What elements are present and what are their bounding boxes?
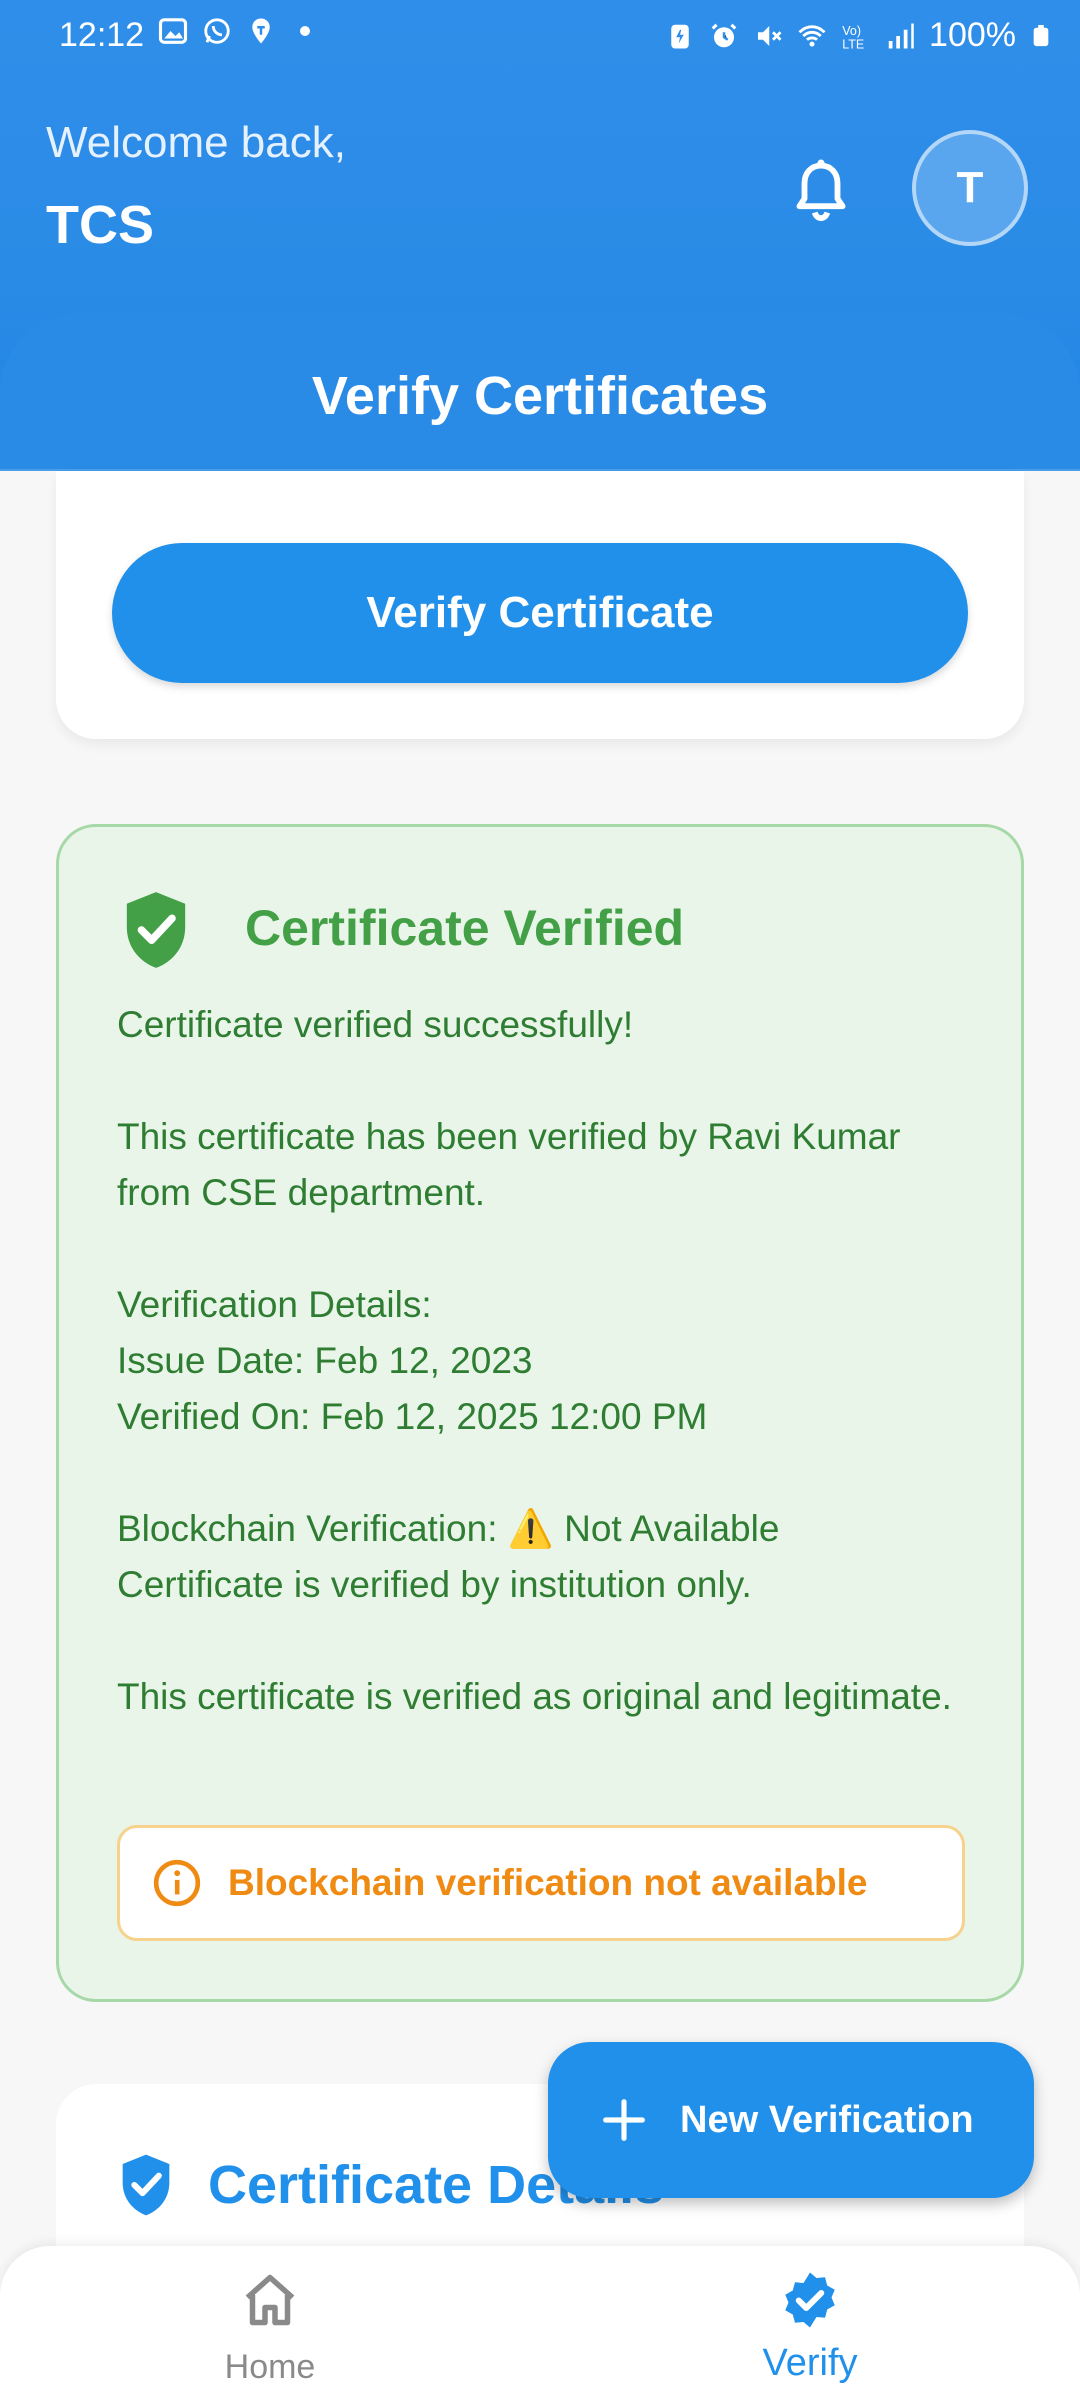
svg-text:Vo): Vo) <box>842 23 861 37</box>
app-header: 12:12 Vo) LTE 100% Welcome back, TCS T Ve… <box>0 0 1080 471</box>
section-title-card: Verify Certificates <box>0 313 1080 471</box>
nav-label-verify: Verify <box>762 2342 858 2384</box>
system-icons: Vo) LTE 100% <box>665 16 1052 55</box>
status-time: 12:12 <box>59 16 145 54</box>
notification-icons <box>158 16 320 46</box>
swiggy-icon <box>252 18 270 44</box>
home-icon <box>245 2274 295 2326</box>
gallery-icon <box>158 18 188 44</box>
result-title: Certificate Verified <box>245 900 685 956</box>
battery-percent: 100% <box>929 16 1016 54</box>
battery-saver-icon <box>671 24 689 48</box>
wifi-icon <box>798 24 826 47</box>
nav-label-home: Home <box>224 2348 316 2386</box>
svg-text:LTE: LTE <box>842 37 864 51</box>
verify-card: Verify Certificate <box>56 471 1024 739</box>
alarm-icon <box>711 23 737 47</box>
avatar[interactable]: T <box>912 130 1028 246</box>
dot-icon <box>300 26 310 36</box>
new-verification-label: New Verification <box>680 2098 974 2141</box>
signal-icon <box>888 23 914 48</box>
verified-badge-icon <box>785 2272 835 2328</box>
plus-icon <box>603 2099 645 2141</box>
mute-icon <box>758 25 782 46</box>
welcome-text: Welcome back, <box>46 118 346 167</box>
verified-shield-icon <box>126 892 186 968</box>
warning-text: Blockchain verification not available <box>228 1862 868 1903</box>
bottom-navigation: Home Verify <box>0 2246 1080 2408</box>
verified-badge-icon <box>122 2154 170 2216</box>
status-bar: 12:12 Vo) LTE 100% <box>0 0 1080 75</box>
page-title: Verify Certificates <box>311 366 769 426</box>
nav-item-home[interactable]: Home <box>170 2270 370 2387</box>
info-icon <box>153 1859 201 1907</box>
notification-bell-icon[interactable] <box>790 158 852 224</box>
new-verification-button[interactable]: New Verification <box>548 2042 1034 2198</box>
username: TCS <box>46 195 154 255</box>
blockchain-warning: Blockchain verification not available <box>117 1825 965 1941</box>
battery-icon <box>1033 24 1049 46</box>
verify-certificate-button[interactable]: Verify Certificate <box>112 543 968 683</box>
result-message: Certificate verified successfully! This … <box>117 1004 952 1717</box>
nav-item-verify[interactable]: Verify <box>710 2270 910 2385</box>
volte-icon: Vo)LTE <box>842 23 864 51</box>
whatsapp-icon <box>204 18 230 44</box>
verification-result-card: Certificate Verified Certificate verifie… <box>56 824 1024 2002</box>
